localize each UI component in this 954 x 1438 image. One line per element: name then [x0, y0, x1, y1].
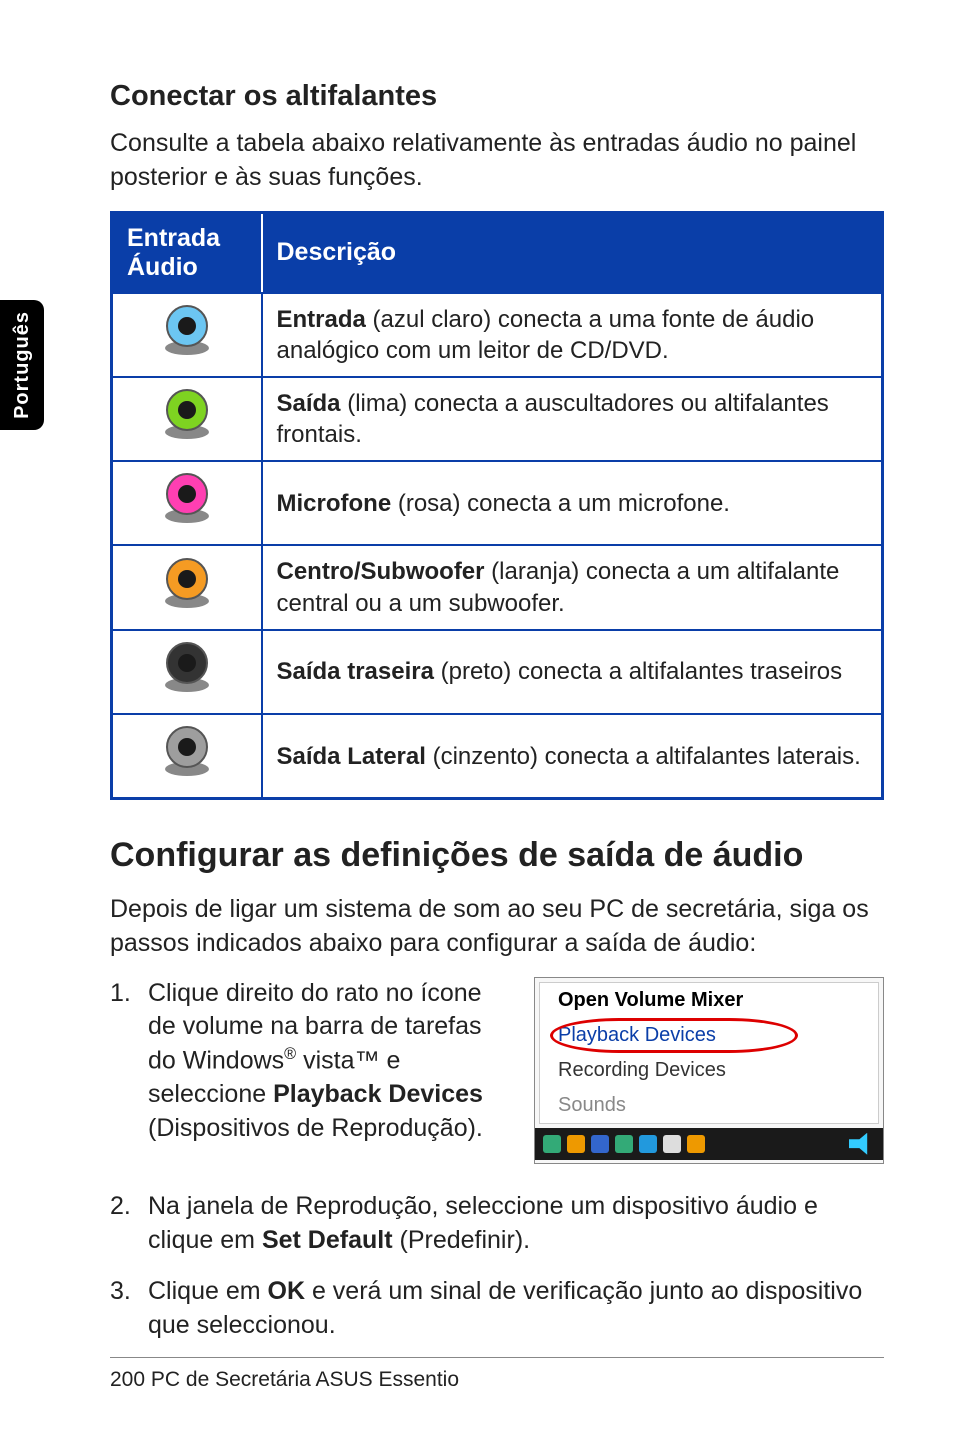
audio-jack-icon	[112, 377, 262, 461]
tray-icon	[543, 1135, 561, 1153]
menu-open-volume-mixer: Open Volume Mixer	[540, 983, 878, 1018]
language-tab-label: Português	[11, 311, 34, 419]
section-title-configure: Configurar as definições de saída de áud…	[110, 836, 884, 875]
tray-icon	[567, 1135, 585, 1153]
footer-title: PC de Secretária ASUS Essentio	[145, 1368, 459, 1391]
language-tab: Português	[0, 300, 44, 430]
page-number: 200	[110, 1368, 145, 1391]
tray-icon	[615, 1135, 633, 1153]
audio-port-description: Saída (lima) conecta a auscultadores ou …	[262, 377, 883, 461]
system-tray	[535, 1128, 883, 1160]
context-menu-screenshot: Open Volume Mixer Playback Devices Recor…	[534, 977, 884, 1164]
step-2-text: Na janela de Reprodução, seleccione um d…	[148, 1190, 884, 1258]
step-1-text: Clique direito do rato no ícone de volum…	[148, 977, 510, 1146]
menu-recording-devices: Recording Devices	[540, 1053, 878, 1088]
menu-sounds: Sounds	[540, 1088, 878, 1123]
step1-row: 1. Clique direito do rato no ícone de vo…	[110, 977, 884, 1164]
audio-jack-icon	[112, 714, 262, 799]
audio-jack-icon	[112, 461, 262, 545]
audio-port-description: Saída Lateral (cinzento) conecta a altif…	[262, 714, 883, 799]
tray-icon	[591, 1135, 609, 1153]
audio-jack-icon	[112, 630, 262, 714]
table-row: Saída traseira (preto) conecta a altifal…	[112, 630, 883, 714]
audio-port-description: Saída traseira (preto) conecta a altifal…	[262, 630, 883, 714]
audio-ports-table: Entrada Áudio Descrição Entrada (azul cl…	[110, 211, 884, 801]
section-intro-configure: Depois de ligar um sistema de som ao seu…	[110, 893, 884, 961]
table-row: Saída Lateral (cinzento) conecta a altif…	[112, 714, 883, 799]
step-3: 3. Clique em OK e verá um sinal de verif…	[110, 1275, 884, 1343]
audio-port-description: Centro/Subwoofer (laranja) conecta a um …	[262, 545, 883, 629]
table-row: Centro/Subwoofer (laranja) conecta a um …	[112, 545, 883, 629]
table-header-desc: Descrição	[262, 212, 883, 293]
highlight-oval-icon	[550, 1018, 798, 1053]
step-3-number: 3.	[110, 1275, 148, 1343]
step-1: 1. Clique direito do rato no ícone de vo…	[110, 977, 510, 1146]
tray-icon	[663, 1135, 681, 1153]
speaker-icon	[849, 1133, 875, 1155]
step-2: 2. Na janela de Reprodução, seleccione u…	[110, 1190, 884, 1258]
table-row: Microfone (rosa) conecta a um microfone.	[112, 461, 883, 545]
audio-jack-icon	[112, 293, 262, 377]
audio-jack-icon	[112, 545, 262, 629]
tray-icon	[687, 1135, 705, 1153]
page: Português Conectar os altifalantes Consu…	[0, 0, 954, 1438]
audio-port-description: Microfone (rosa) conecta a um microfone.	[262, 461, 883, 545]
table-header-port: Entrada Áudio	[112, 212, 262, 293]
table-row: Entrada (azul claro) conecta a uma fonte…	[112, 293, 883, 377]
section-title-connect: Conectar os altifalantes	[110, 80, 884, 113]
tray-icon	[639, 1135, 657, 1153]
step-3-text: Clique em OK e verá um sinal de verifica…	[148, 1275, 884, 1343]
table-row: Saída (lima) conecta a auscultadores ou …	[112, 377, 883, 461]
menu-playback-devices: Playback Devices	[540, 1018, 878, 1053]
page-footer: 200 PC de Secretária ASUS Essentio	[110, 1357, 884, 1392]
step-2-number: 2.	[110, 1190, 148, 1258]
section-intro-connect: Consulte a tabela abaixo relativamente à…	[110, 127, 884, 195]
step-1-number: 1.	[110, 977, 148, 1146]
audio-port-description: Entrada (azul claro) conecta a uma fonte…	[262, 293, 883, 377]
